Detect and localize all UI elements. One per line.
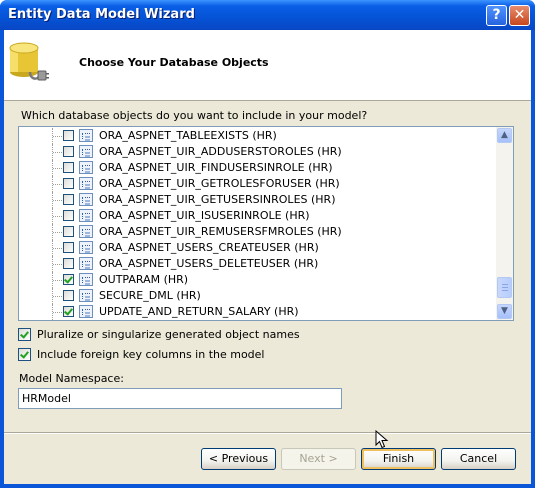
objects-prompt: Which database objects do you want to in… <box>21 109 368 122</box>
stored-procedure-icon <box>79 193 93 206</box>
tree-connector-line <box>53 232 62 234</box>
stored-procedure-icon <box>79 241 93 254</box>
thumb-grip-line <box>502 287 508 288</box>
pluralize-checkbox[interactable] <box>18 328 31 341</box>
tree-connector-line <box>53 152 62 154</box>
tree-item-label[interactable]: ORA_ASPNET_UIR_REMUSERSFMROLES (HR) <box>99 225 342 238</box>
stored-procedure-icon <box>79 177 93 190</box>
tree-item[interactable]: ORA_ASPNET_UIR_GETROLESFORUSER (HR) <box>19 176 497 192</box>
tree-item-label[interactable]: ORA_ASPNET_USERS_CREATEUSER (HR) <box>99 241 319 254</box>
scroll-up-arrow-icon[interactable]: ▲ <box>497 128 512 143</box>
finish-button[interactable]: Finish <box>361 448 436 470</box>
database-connector-icon <box>9 42 49 81</box>
footer-separator <box>4 432 531 434</box>
foreign-keys-checkbox[interactable] <box>18 348 31 361</box>
tree-item[interactable]: UPDATE_AND_RETURN_SALARY (HR) <box>19 304 497 320</box>
tree-item-label[interactable]: ORA_ASPNET_TABLEEXISTS (HR) <box>99 129 277 142</box>
page-title: Choose Your Database Objects <box>79 56 269 69</box>
tree-item-label[interactable]: ORA_ASPNET_UIR_ADDUSERSTOROLES (HR) <box>99 145 342 158</box>
cancel-button[interactable]: Cancel <box>441 448 516 470</box>
tree-item-label[interactable]: SECURE_DML (HR) <box>99 289 201 302</box>
tree-item-checkbox[interactable] <box>63 178 74 189</box>
tree-item-checkbox[interactable] <box>63 242 74 253</box>
tree-item-label[interactable]: ORA_ASPNET_UIR_GETROLESFORUSER (HR) <box>99 177 340 190</box>
stored-procedure-icon <box>79 273 93 286</box>
tree-item-checkbox[interactable] <box>63 258 74 269</box>
tree-item[interactable]: ORA_ASPNET_UIR_GETUSERSINROLES (HR) <box>19 192 497 208</box>
mouse-pointer-icon <box>375 430 389 449</box>
tree-connector-line <box>53 264 62 266</box>
tree-item[interactable]: ORA_ASPNET_USERS_CREATEUSER (HR) <box>19 240 497 256</box>
wizard-header: Choose Your Database Objects <box>4 30 531 101</box>
tree-item[interactable]: ORA_ASPNET_TABLEEXISTS (HR) <box>19 128 497 144</box>
title-bar[interactable]: Entity Data Model Wizard ? ✕ <box>0 0 535 30</box>
tree-item-checkbox[interactable] <box>63 146 74 157</box>
foreign-keys-label[interactable]: Include foreign key columns in the model <box>37 348 265 361</box>
stored-procedure-icon <box>79 145 93 158</box>
next-button[interactable]: Next > <box>281 448 356 470</box>
previous-button[interactable]: < Previous <box>201 448 276 470</box>
tree-item[interactable]: ORA_ASPNET_UIR_ISUSERINROLE (HR) <box>19 208 497 224</box>
stored-procedure-icon <box>79 289 93 302</box>
close-button[interactable]: ✕ <box>509 5 530 26</box>
stored-procedure-icon <box>79 129 93 142</box>
tree-item-checkbox[interactable] <box>63 210 74 221</box>
tree-item-checkbox[interactable] <box>63 162 74 173</box>
tree-item[interactable]: ORA_ASPNET_UIR_REMUSERSFMROLES (HR) <box>19 224 497 240</box>
tree-connector-line <box>53 296 62 298</box>
model-namespace-label: Model Namespace: <box>19 372 124 385</box>
tree-item-checkbox[interactable] <box>63 130 74 141</box>
help-button[interactable]: ? <box>486 5 507 26</box>
tree-item-label[interactable]: UPDATE_AND_RETURN_SALARY (HR) <box>99 305 299 318</box>
tree-item-checkbox[interactable] <box>63 274 74 285</box>
tree-connector-line <box>53 248 62 250</box>
model-namespace-input[interactable] <box>18 388 342 409</box>
stored-procedure-icon <box>79 161 93 174</box>
stored-procedure-icon <box>79 209 93 222</box>
dialog-body: Choose Your Database Objects Which datab… <box>4 30 531 484</box>
stored-procedure-icon <box>79 305 93 318</box>
tree-item-label[interactable]: OUTPARAM (HR) <box>99 273 188 286</box>
tree-item[interactable]: OUTPARAM (HR) <box>19 272 497 288</box>
tree-item[interactable]: ORA_ASPNET_UIR_ADDUSERSTOROLES (HR) <box>19 144 497 160</box>
tree-item-checkbox[interactable] <box>63 194 74 205</box>
tree-item-label[interactable]: ORA_ASPNET_UIR_FINDUSERSINROLE (HR) <box>99 161 333 174</box>
scroll-thumb[interactable] <box>497 277 512 298</box>
wizard-window: Entity Data Model Wizard ? ✕ Choose Your… <box>0 0 535 488</box>
vertical-scrollbar[interactable]: ▲ ▼ <box>496 127 513 320</box>
scroll-down-arrow-icon[interactable]: ▼ <box>497 304 512 319</box>
stored-procedure-icon <box>79 257 93 270</box>
tree-connector-line <box>53 312 62 314</box>
thumb-grip-line <box>502 290 508 291</box>
tree-item-checkbox[interactable] <box>63 290 74 301</box>
tree-item-checkbox[interactable] <box>63 306 74 317</box>
tree-connector-line <box>53 136 62 138</box>
tree-connector-line <box>53 200 62 202</box>
tree-connector-line <box>53 168 62 170</box>
tree-item[interactable]: ORA_ASPNET_USERS_DELETEUSER (HR) <box>19 256 497 272</box>
stored-procedure-icon <box>79 225 93 238</box>
tree-item-label[interactable]: ORA_ASPNET_UIR_ISUSERINROLE (HR) <box>99 209 310 222</box>
tree-connector-line <box>53 280 62 282</box>
tree-item-label[interactable]: ORA_ASPNET_UIR_GETUSERSINROLES (HR) <box>99 193 336 206</box>
database-objects-tree[interactable]: ORA_ASPNET_TABLEEXISTS (HR) ORA_ASPNET_UI… <box>18 126 514 321</box>
tree-item[interactable]: SECURE_DML (HR) <box>19 288 497 304</box>
thumb-grip-line <box>502 284 508 285</box>
tree-connector-line <box>53 184 62 186</box>
window-title: Entity Data Model Wizard <box>8 7 195 22</box>
tree-item[interactable]: ORA_ASPNET_UIR_FINDUSERSINROLE (HR) <box>19 160 497 176</box>
tree-item-checkbox[interactable] <box>63 226 74 237</box>
pluralize-label[interactable]: Pluralize or singularize generated objec… <box>37 328 300 341</box>
tree-connector-line <box>53 216 62 218</box>
tree-item-label[interactable]: ORA_ASPNET_USERS_DELETEUSER (HR) <box>99 257 318 270</box>
